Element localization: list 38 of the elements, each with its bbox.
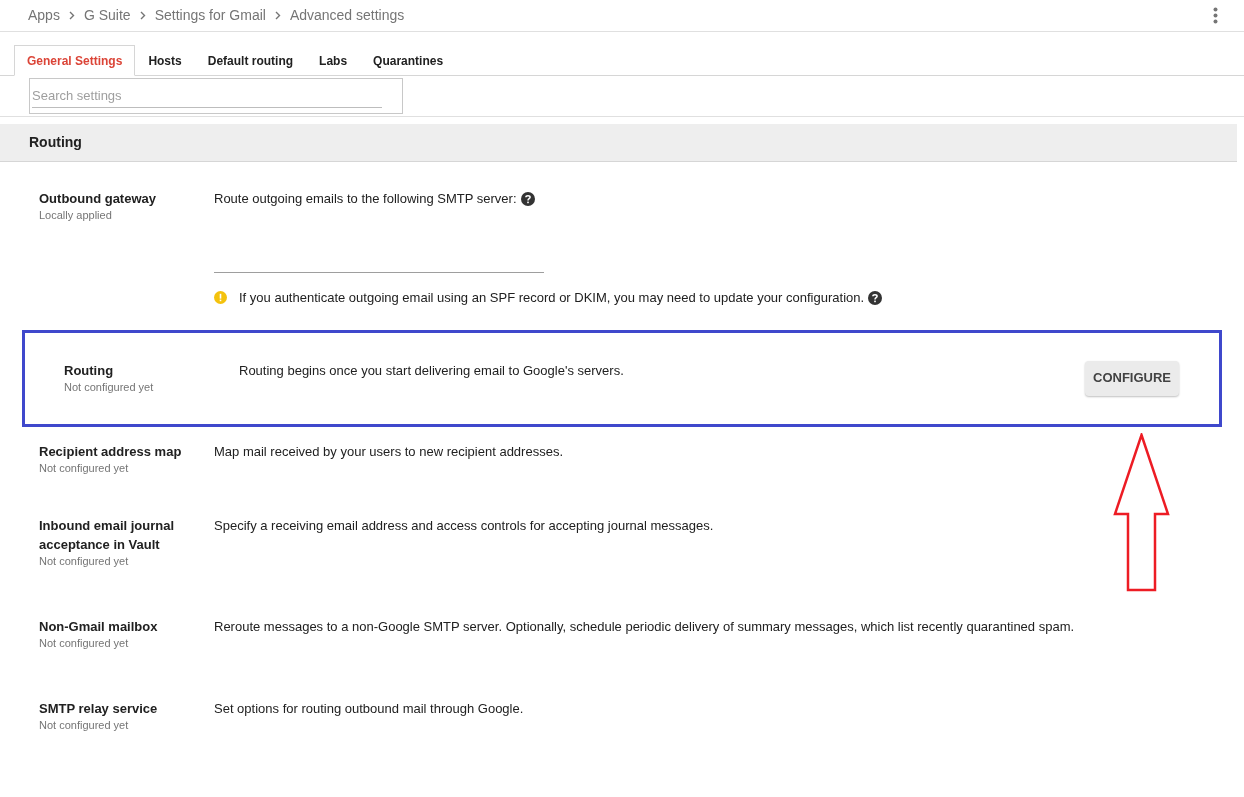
tab[interactable]: Quarantines (360, 45, 457, 76)
section-title: Routing (29, 133, 82, 152)
help-icon[interactable] (520, 191, 535, 206)
setting-title: Non-Gmail mailbox (39, 617, 159, 636)
setting-status: Not configured yet (64, 379, 155, 394)
chevron-icon (139, 11, 146, 20)
setting-description: Route outgoing emails to the following SMTP server: (214, 190, 517, 208)
warning-icon (214, 291, 227, 305)
setting-status: Not configured yet (39, 553, 130, 568)
tab[interactable]: General Settings (14, 45, 136, 76)
tab[interactable]: Labs (306, 45, 361, 76)
setting-status: Not configured yet (39, 717, 130, 732)
breadcrumb-link[interactable]: Advanced settings (289, 5, 405, 26)
setting-title: Routing (64, 361, 115, 380)
setting-title: Recipient address map (39, 442, 183, 461)
breadcrumb-link[interactable]: G Suite (83, 5, 131, 26)
setting-status: Locally applied (39, 208, 113, 222)
setting-title: SMTP relay service (39, 699, 159, 718)
setting-description: Reroute messages to a non-Google SMTP server. Optionally, schedule periodic delivery of summary messages, which list recently quarantined spam. (214, 617, 1075, 636)
warning-note: If you authenticate outgoing email using an SPF record or DKIM, you may need to update your configuration. (239, 289, 865, 307)
breadcrumb-link[interactable]: Settings for Gmail (154, 5, 266, 26)
setting-description: Set options for routing outbound mail through Google. (214, 699, 524, 718)
setting-title: Inbound email journal acceptance in Vault (39, 516, 176, 554)
chevron-icon (68, 11, 75, 20)
setting-status: Not configured yet (39, 635, 130, 650)
chevron-icon (274, 11, 281, 20)
configure-button[interactable]: CONFIGURE (1085, 360, 1179, 396)
setting-title: Outbound gateway (39, 190, 157, 208)
setting-description: Routing begins once you start delivering email to Google's servers. (239, 361, 624, 380)
setting-status: Not configured yet (39, 460, 130, 475)
search-field[interactable]: Search settings (29, 78, 403, 114)
breadcrumb-link[interactable]: Apps (28, 5, 60, 26)
more-icon[interactable] (1213, 7, 1218, 24)
tab[interactable]: Hosts (135, 45, 195, 76)
help-icon[interactable] (868, 290, 883, 305)
tab[interactable]: Default routing (194, 45, 307, 76)
setting-description: Map mail received by your users to new recipient addresses. (214, 442, 563, 461)
setting-description: Specify a receiving email address and access controls for accepting journal messages. (214, 516, 714, 535)
